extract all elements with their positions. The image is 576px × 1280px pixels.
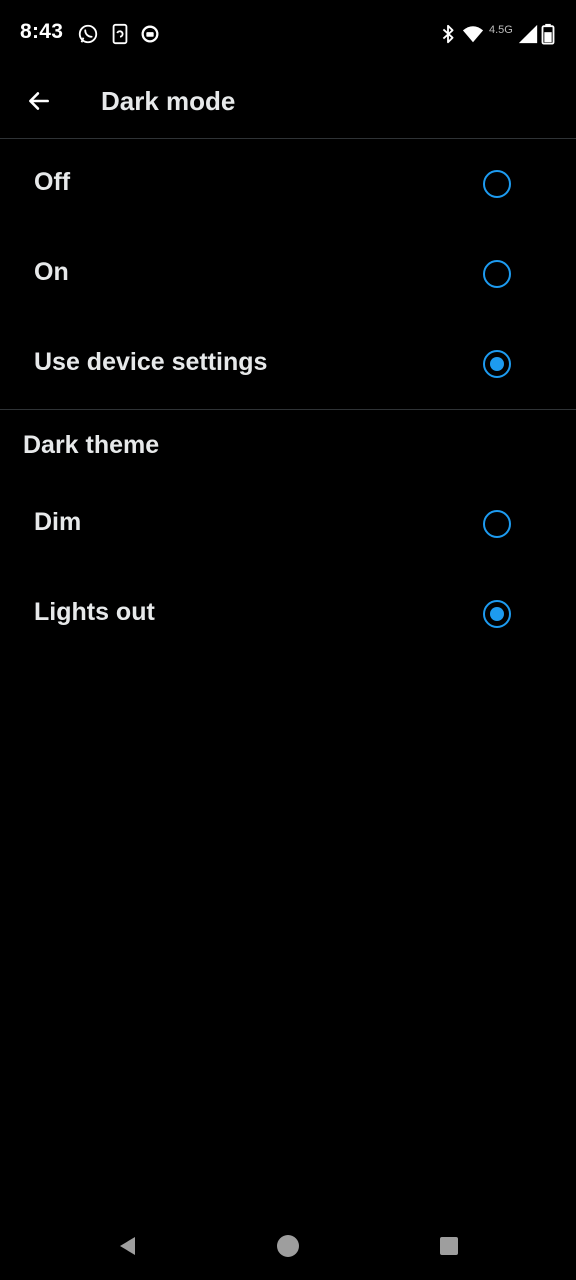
status-bar: 8:43 4.5G	[0, 0, 576, 68]
back-button[interactable]	[18, 80, 60, 122]
option-label: On	[34, 258, 69, 286]
option-label: Use device settings	[34, 348, 268, 376]
radio-off[interactable]	[483, 170, 511, 198]
radio-use-device-settings[interactable]	[483, 350, 511, 378]
dark-mode-options: Off On Use device settings	[0, 140, 576, 410]
page-title: Dark mode	[101, 86, 236, 116]
option-off[interactable]: Off	[0, 140, 576, 230]
option-label: Lights out	[34, 598, 155, 626]
wifi-icon	[462, 23, 484, 45]
dark-theme-options: Dim Lights out	[0, 480, 576, 660]
nav-home-button[interactable]	[274, 1232, 302, 1260]
radio-dim[interactable]	[483, 510, 511, 538]
nav-recents-button[interactable]	[435, 1232, 463, 1260]
option-lights-out[interactable]: Lights out	[0, 570, 576, 660]
radio-on[interactable]	[483, 260, 511, 288]
option-use-device-settings[interactable]: Use device settings	[0, 320, 576, 410]
back-arrow-icon	[29, 92, 49, 110]
battery-icon	[540, 23, 556, 45]
option-on[interactable]: On	[0, 230, 576, 320]
back-triangle-icon	[120, 1237, 135, 1255]
status-time: 8:43	[20, 20, 64, 43]
cellular-signal-icon	[517, 23, 539, 45]
app-bar: Dark mode	[0, 68, 576, 139]
system-nav-bar	[0, 1212, 576, 1280]
network-type-label: 4.5G	[489, 24, 513, 36]
home-circle-icon	[277, 1235, 299, 1257]
phone-sync-icon	[109, 23, 131, 45]
option-label: Off	[34, 168, 71, 196]
bluetooth-icon	[437, 23, 459, 45]
option-dim[interactable]: Dim	[0, 480, 576, 570]
option-label: Dim	[34, 508, 82, 536]
recents-square-icon	[440, 1237, 458, 1255]
nav-back-button[interactable]	[114, 1232, 142, 1260]
whatsapp-icon	[77, 23, 99, 45]
dark-theme-heading: Dark theme	[23, 431, 160, 459]
media-icon	[139, 23, 161, 45]
radio-lights-out[interactable]	[483, 600, 511, 628]
section-divider	[0, 409, 576, 410]
